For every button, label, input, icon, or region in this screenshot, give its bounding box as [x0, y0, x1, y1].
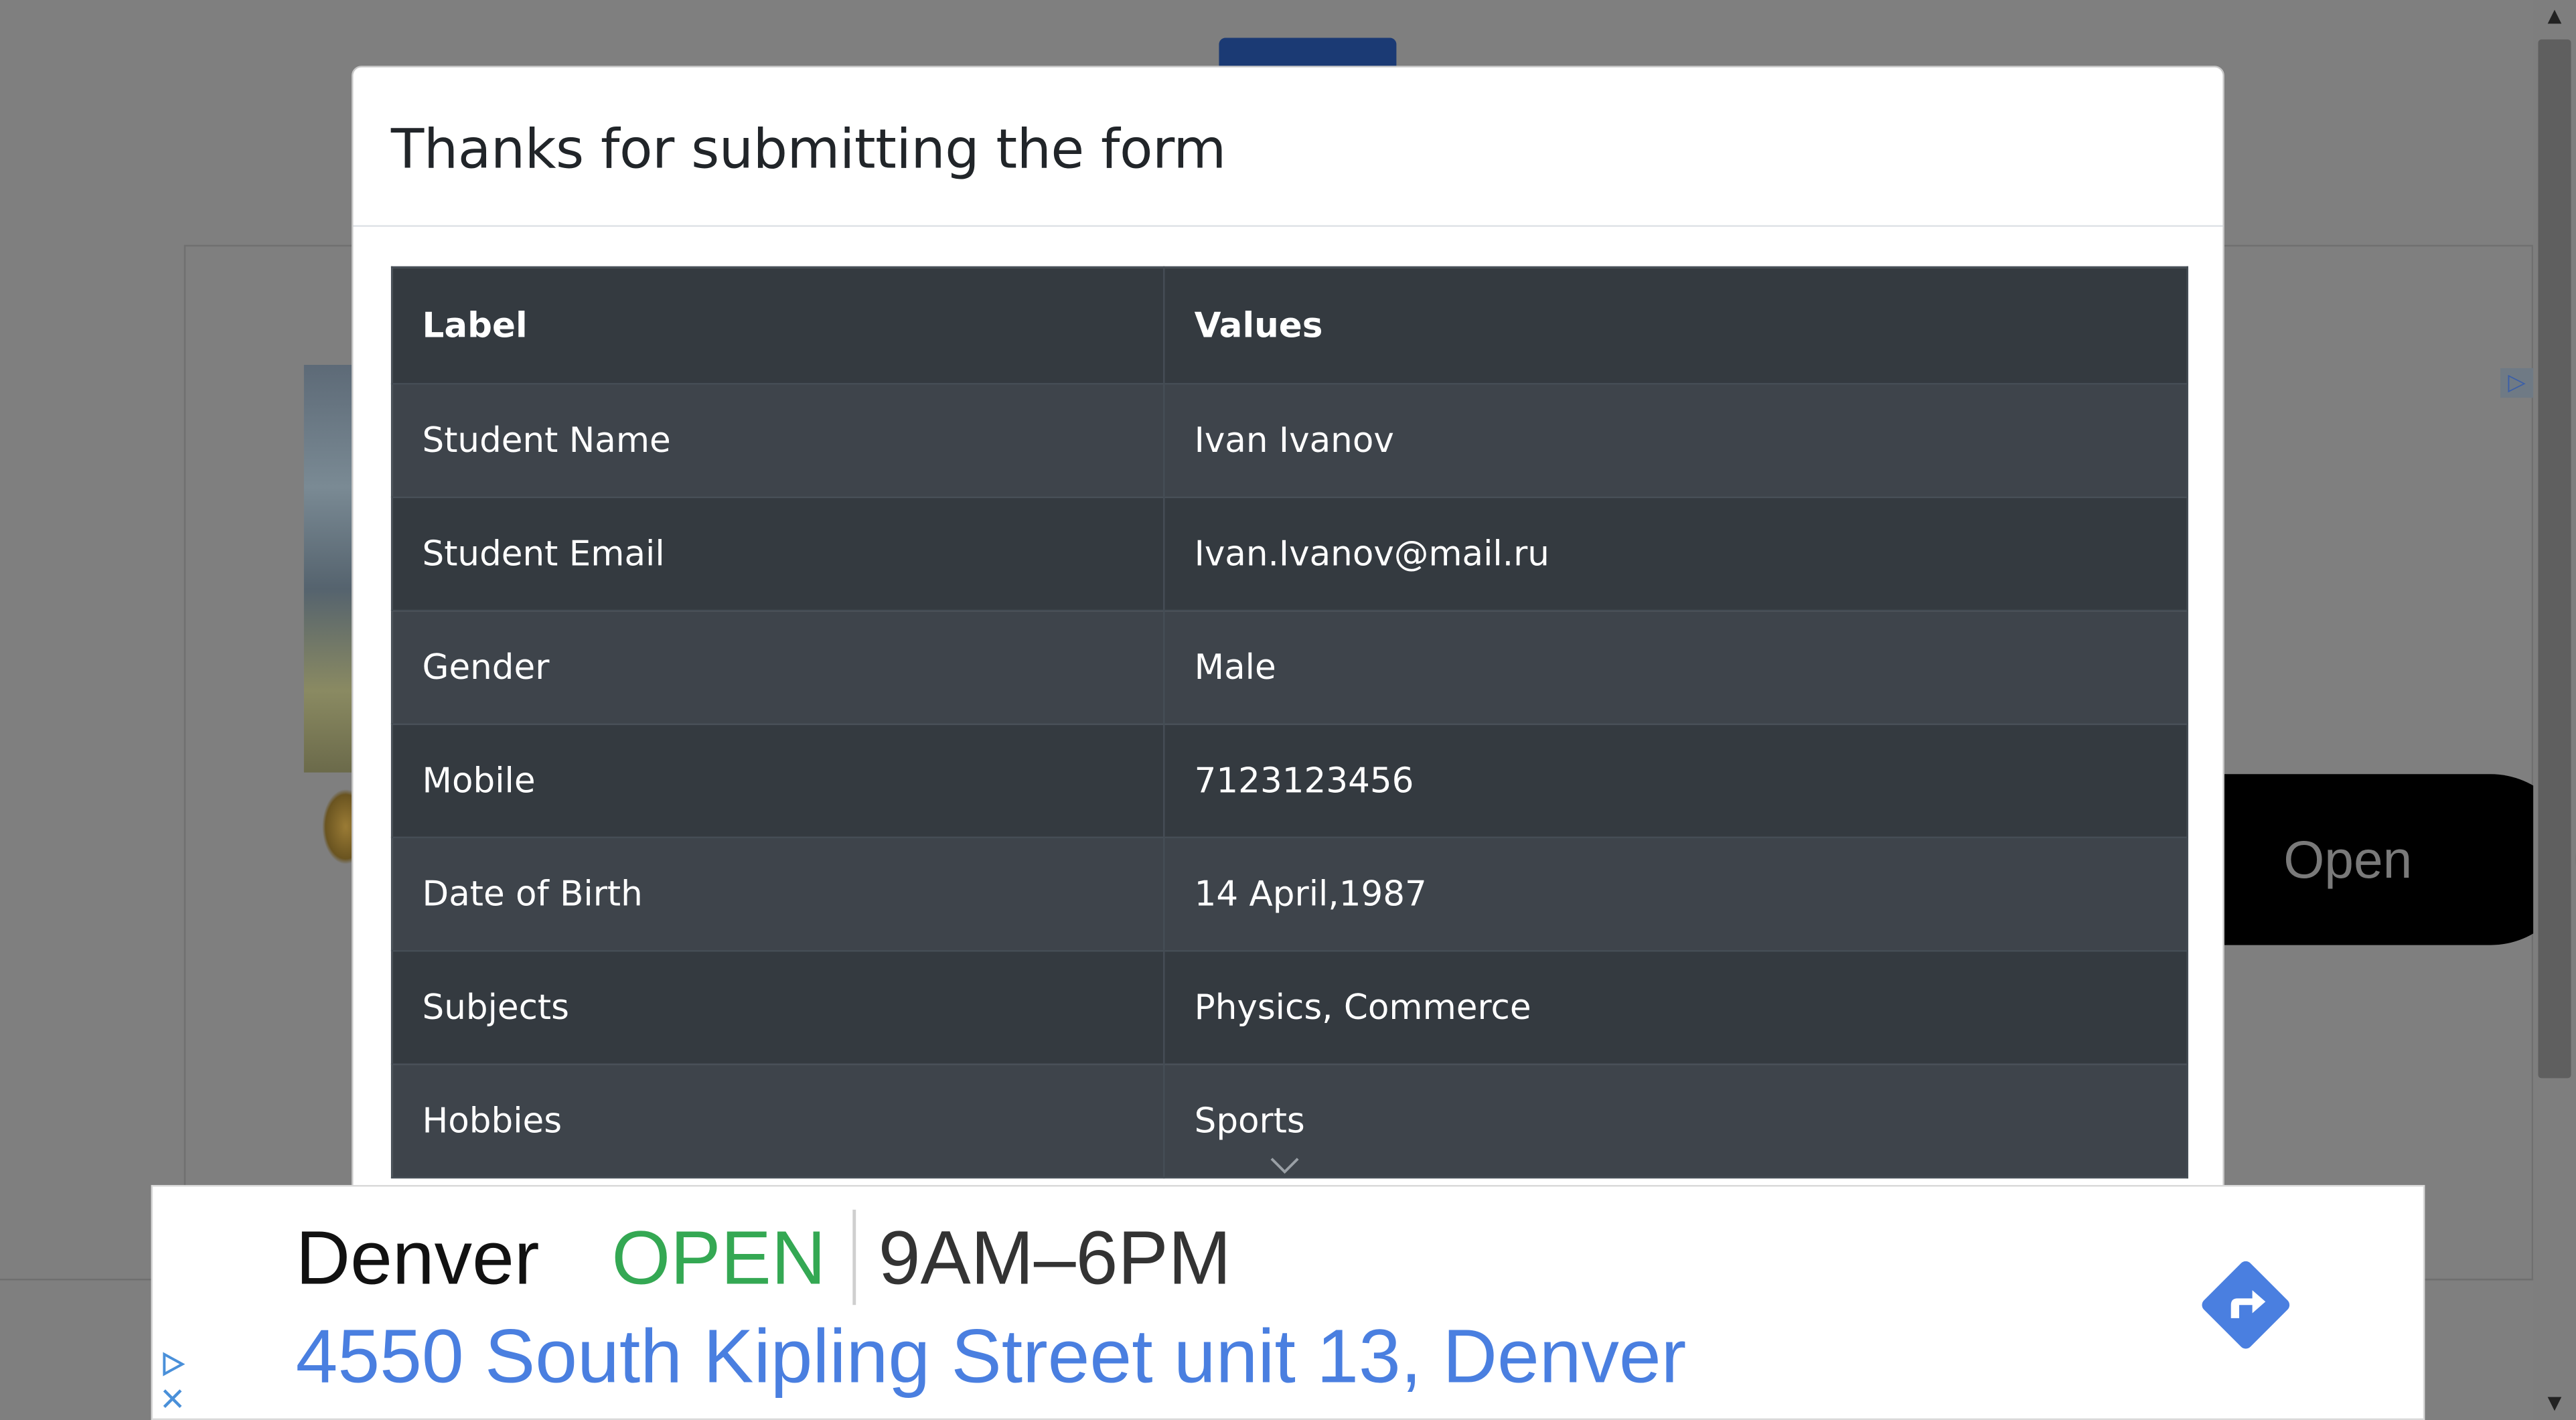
column-header-values: Values — [1163, 266, 2188, 385]
close-icon[interactable] — [159, 1385, 185, 1411]
scroll-down-arrow-icon[interactable]: ▼ — [2533, 1387, 2576, 1420]
background-side-image — [303, 364, 357, 773]
table-row: Date of Birth 14 April,1987 — [390, 836, 2188, 952]
table-header-row: Label Values — [390, 266, 2188, 385]
modal-header: Thanks for submitting the form — [353, 68, 2223, 227]
row-label: Student Email — [390, 496, 1165, 612]
ad-address-link[interactable]: 4550 South Kipling Street unit 13, Denve… — [296, 1312, 1687, 1401]
chevron-down-icon[interactable] — [1268, 1156, 1301, 1175]
ad-banner[interactable]: Denver OPEN 9AM–6PM 4550 South Kipling S… — [151, 1184, 2425, 1420]
row-label: Student Name — [390, 382, 1165, 498]
ad-choices-icon[interactable] — [159, 1351, 185, 1377]
table-row: Mobile 7123123456 — [390, 723, 2188, 838]
row-value: 14 April,1987 — [1163, 836, 2188, 952]
row-value: Ivan Ivanov — [1163, 382, 2188, 498]
scroll-up-arrow-icon[interactable]: ▲ — [2533, 0, 2576, 33]
column-header-label: Label — [390, 266, 1165, 385]
ad-open-status: OPEN — [611, 1214, 826, 1300]
background-open-button: Open — [2224, 774, 2576, 945]
row-value: Physics, Commerce — [1163, 949, 2188, 1065]
row-value: Sports — [1163, 1063, 2188, 1179]
ad-choices-icon: ▷ — [2500, 368, 2534, 398]
ad-business-line: Denver OPEN 9AM–6PM — [296, 1208, 1231, 1306]
scrollbar[interactable]: ▲ ▼ — [2533, 0, 2576, 1420]
ad-city: Denver — [295, 1214, 540, 1300]
row-value: Ivan.Ivanov@mail.ru — [1163, 496, 2188, 612]
table-row: Gender Male — [390, 609, 2188, 725]
table-row: Student Email Ivan.Ivanov@mail.ru — [390, 496, 2188, 612]
ad-divider — [852, 1209, 856, 1306]
ad-hours: 9AM–6PM — [878, 1214, 1231, 1300]
row-value: 7123123456 — [1163, 723, 2188, 838]
directions-icon[interactable] — [2190, 1249, 2301, 1361]
scrollbar-thumb[interactable] — [2538, 39, 2571, 1079]
row-label: Gender — [390, 609, 1165, 725]
table-row: Subjects Physics, Commerce — [390, 949, 2188, 1065]
row-value: Male — [1163, 609, 2188, 725]
row-label: Hobbies — [390, 1063, 1165, 1179]
page: ▷ Open ▲ ▼ Thanks for submitting the for… — [0, 0, 2576, 1420]
modal-title: Thanks for submitting the form — [390, 116, 1226, 181]
submission-modal: Thanks for submitting the form Label Val… — [352, 66, 2224, 1249]
row-label: Mobile — [390, 723, 1165, 838]
row-label: Subjects — [390, 949, 1165, 1065]
submission-table: Label Values Student Name Ivan Ivanov St… — [390, 266, 2188, 1179]
table-row: Student Name Ivan Ivanov — [390, 382, 2188, 498]
row-label: Date of Birth — [390, 836, 1165, 952]
